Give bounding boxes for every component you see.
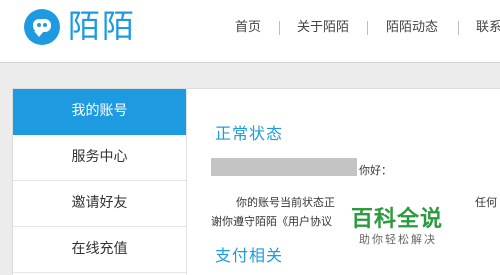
watermark-title: 百科全说: [351, 207, 444, 232]
status-text-line1-end: 任何: [475, 196, 497, 209]
greeting-text: 你好：: [359, 164, 392, 177]
account-panel: 我的账号 服务中心 邀请好友 在线充值 正常状态 你好： 你的账号当前状态正 任…: [12, 88, 500, 275]
nav-separator: [458, 21, 459, 35]
nav-item-about[interactable]: 关于陌陌: [297, 18, 349, 38]
sidebar-item-service-center[interactable]: 服务中心: [13, 135, 186, 181]
payment-section-title: 支付相关: [215, 246, 284, 265]
watermark-subtitle: 助你轻松解决: [359, 233, 437, 246]
sidebar-item-online-recharge[interactable]: 在线充值: [13, 227, 186, 273]
sidebar-item-invite-friends[interactable]: 邀请好友: [13, 181, 186, 227]
sidebar: 我的账号 服务中心 邀请好友 在线充值: [13, 89, 187, 275]
sidebar-item-my-account[interactable]: 我的账号: [13, 89, 186, 135]
nav-separator: [279, 21, 280, 35]
status-text-line1: 你的账号当前状态正: [236, 196, 335, 209]
nav-item-home[interactable]: 首页: [235, 18, 261, 38]
redacted-username: [211, 158, 357, 176]
nav-item-contact[interactable]: 联系: [476, 18, 500, 38]
status-section-title: 正常状态: [215, 124, 284, 143]
top-nav: 首页 关于陌陌 陌陌动态 联系: [0, 18, 500, 38]
nav-separator: [367, 21, 368, 35]
status-text-line2: 谢你遵守陌陌《用户协议: [211, 215, 332, 228]
site-header: 陌陌 首页 关于陌陌 陌陌动态 联系: [0, 0, 500, 63]
nav-item-news[interactable]: 陌陌动态: [386, 18, 438, 38]
